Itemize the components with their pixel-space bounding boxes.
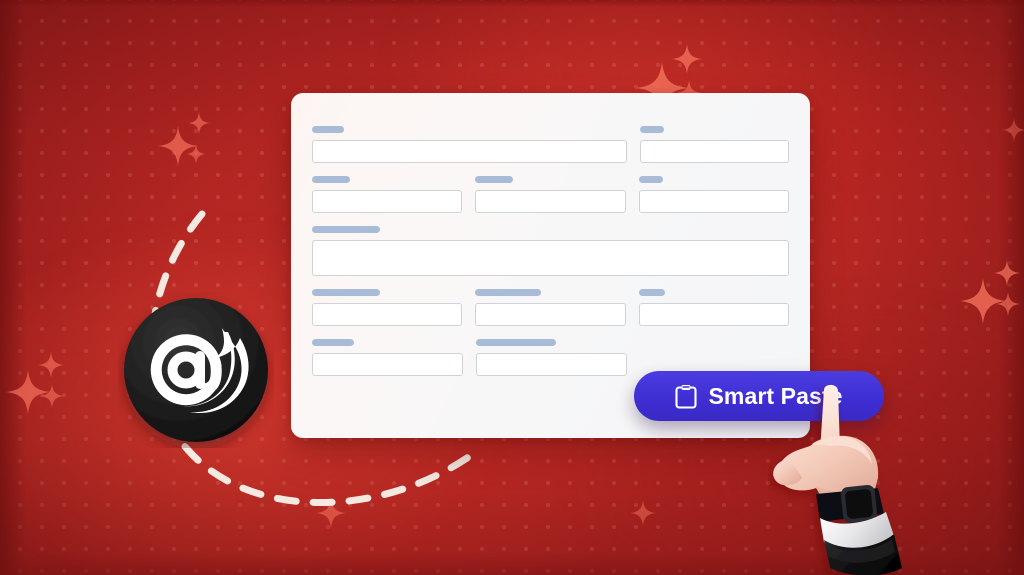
sparkle-left-c xyxy=(40,384,64,408)
sparkle-top-mid-b xyxy=(672,44,702,74)
field-2-1-group xyxy=(312,176,463,213)
sparkle-left-b xyxy=(38,352,64,378)
field-4-3-label xyxy=(638,289,665,296)
sparkle-right-b xyxy=(994,260,1020,286)
field-1-1-group xyxy=(312,126,628,163)
field-2-2-input[interactable] xyxy=(475,190,626,213)
field-3-1-label xyxy=(312,226,380,233)
field-4-2-group xyxy=(475,289,626,326)
field-1-2-input[interactable] xyxy=(640,140,789,163)
row-4 xyxy=(312,289,789,326)
field-3-1-input[interactable] xyxy=(312,240,789,276)
row-3 xyxy=(312,226,789,276)
background-left-edge xyxy=(0,0,26,575)
field-4-3-input[interactable] xyxy=(638,303,789,326)
field-5-1-label xyxy=(312,339,354,346)
field-5-1-input[interactable] xyxy=(312,353,463,376)
field-4-1-group xyxy=(312,289,463,326)
field-4-2-label xyxy=(475,289,542,296)
field-2-1-label xyxy=(312,176,350,183)
form-rows xyxy=(312,126,789,389)
field-1-2-label xyxy=(640,126,665,133)
field-4-2-input[interactable] xyxy=(475,303,626,326)
field-1-2-group xyxy=(640,126,789,163)
field-5-2-group xyxy=(476,339,627,376)
sparkle-top-left-c xyxy=(186,144,206,164)
field-4-1-input[interactable] xyxy=(312,303,463,326)
field-2-3-input[interactable] xyxy=(638,190,789,213)
field-1-1-label xyxy=(312,126,344,133)
field-2-2-label xyxy=(475,176,514,183)
field-1-1-input[interactable] xyxy=(312,140,628,163)
hand-pointer xyxy=(768,382,908,575)
field-2-1-input[interactable] xyxy=(312,190,463,213)
field-5-1-group xyxy=(312,339,463,376)
row-2 xyxy=(312,176,789,213)
clipboard-icon xyxy=(675,384,698,409)
field-2-3-label xyxy=(638,176,663,183)
sparkle-bottom-b xyxy=(630,500,656,526)
field-4-3-group xyxy=(638,289,789,326)
banner-stage: Smart Paste xyxy=(0,0,1024,575)
field-5-2-label xyxy=(476,339,556,346)
sparkle-right-c xyxy=(996,292,1020,316)
row-1 xyxy=(312,126,789,163)
field-5-2-input[interactable] xyxy=(476,353,627,376)
field-4-1-label xyxy=(312,289,380,296)
field-2-3-group xyxy=(638,176,789,213)
background-top-edge xyxy=(0,0,1024,7)
blazor-logo xyxy=(118,292,274,448)
field-3-1-group xyxy=(312,226,789,276)
sparkle-far-right xyxy=(1002,118,1024,142)
sparkle-top-left-b xyxy=(188,112,210,134)
field-2-2-group xyxy=(475,176,626,213)
